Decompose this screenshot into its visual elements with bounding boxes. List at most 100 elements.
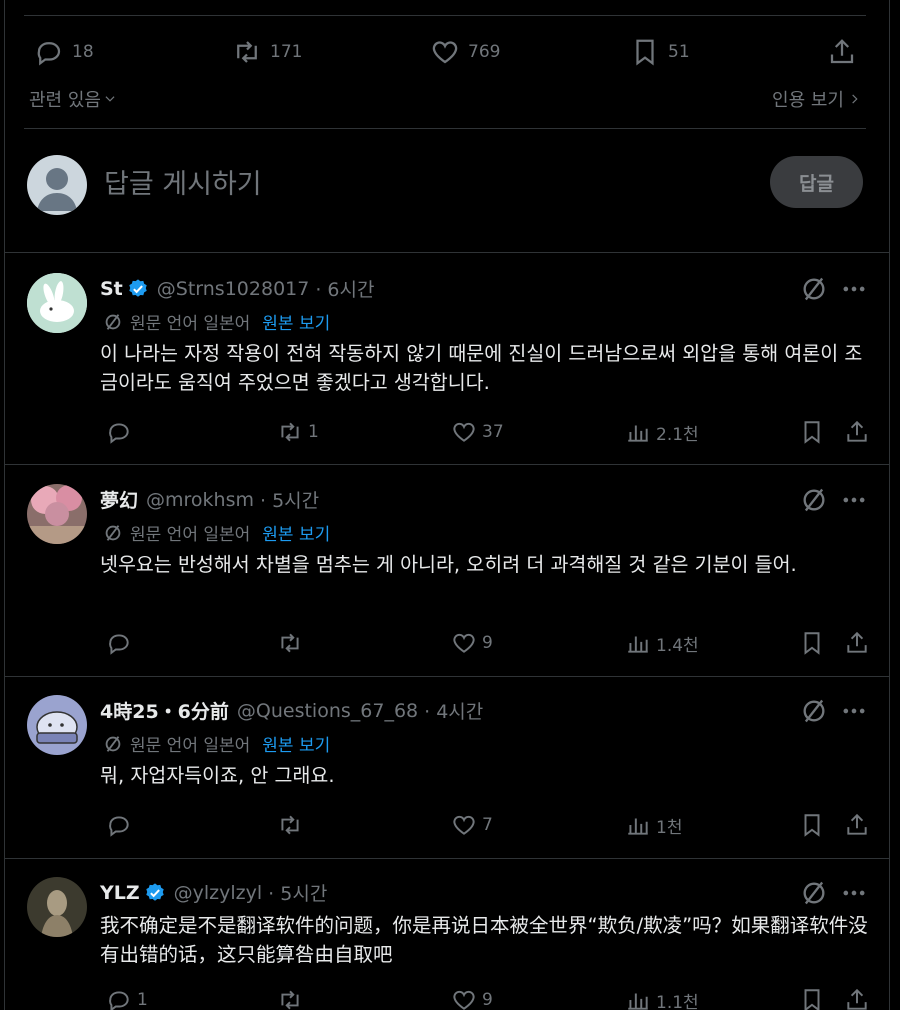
timestamp[interactable]: · 5시간 — [268, 879, 327, 906]
reply-submit-button[interactable]: 답글 — [770, 156, 863, 208]
related-label: 관련 있음 — [29, 90, 101, 111]
handle[interactable]: @Questions_67_68 — [237, 700, 418, 722]
handle[interactable]: @Strns1028017 — [157, 278, 310, 300]
reply-button[interactable] — [106, 628, 137, 658]
reply-button[interactable]: 1 — [106, 985, 148, 1010]
share-button[interactable] — [844, 810, 870, 840]
divider — [24, 15, 866, 16]
source-language: 원문 언어 일본어 — [130, 525, 251, 545]
post-actions: 7 1천 — [100, 810, 875, 840]
view-original-link[interactable]: 원본 보기 — [262, 731, 330, 756]
more-icon[interactable] — [840, 697, 868, 725]
grok-icon[interactable] — [800, 697, 828, 725]
views-button[interactable]: 2.1천 — [625, 417, 699, 447]
display-name[interactable]: St — [100, 278, 123, 300]
reply-icon — [37, 42, 61, 66]
views-button[interactable]: 1.1천 — [625, 985, 699, 1010]
avatar[interactable] — [27, 695, 87, 755]
like-button[interactable]: 769 — [430, 30, 500, 74]
default-avatar-icon — [37, 168, 77, 211]
repost-button[interactable] — [277, 628, 308, 658]
like-count: 769 — [468, 42, 501, 62]
repost-button[interactable]: 171 — [232, 30, 302, 74]
bookmark-button[interactable] — [799, 417, 825, 447]
repost-button[interactable] — [277, 985, 308, 1010]
post-text: 넷우요는 반성해서 차별을 멈추는 게 아니라, 오히려 더 과격해질 것 같은… — [100, 553, 797, 576]
bookmark-icon — [804, 814, 820, 837]
translate-icon — [105, 735, 121, 752]
avatar[interactable] — [27, 273, 87, 333]
bookmark-icon — [804, 632, 820, 655]
like-button[interactable]: 37 — [451, 417, 504, 447]
related-dropdown[interactable]: 관련 있음 — [29, 86, 117, 112]
bookmark-button[interactable]: 51 — [630, 30, 690, 74]
verified-badge-icon — [145, 882, 164, 901]
translation-notice: 원문 언어 일본어 원본 보기 — [102, 731, 330, 756]
share-button[interactable] — [844, 628, 870, 658]
avatar[interactable] — [27, 877, 87, 937]
repost-icon — [281, 990, 299, 1010]
reply-input[interactable]: 답글 게시하기 — [104, 162, 262, 201]
more-icon[interactable] — [840, 275, 868, 303]
more-icon[interactable] — [840, 879, 868, 907]
timestamp[interactable]: · 4시간 — [424, 697, 483, 724]
bookmark-count: 51 — [668, 42, 690, 62]
translation-notice: 원문 언어 일본어 원본 보기 — [102, 309, 330, 334]
share-button[interactable] — [827, 30, 857, 74]
avatar[interactable] — [27, 484, 87, 544]
grok-icon[interactable] — [800, 486, 828, 514]
repost-icon — [281, 815, 299, 835]
like-button[interactable]: 9 — [451, 985, 493, 1010]
handle[interactable]: @mrokhsm — [146, 489, 254, 511]
chevron-right-icon — [852, 94, 858, 104]
grok-icon[interactable] — [800, 879, 828, 907]
like-count: 9 — [482, 990, 493, 1010]
share-button[interactable] — [844, 985, 870, 1010]
reply-icon — [109, 634, 129, 655]
reply-count: 18 — [72, 42, 94, 62]
heart-icon — [453, 422, 475, 442]
reply-button[interactable]: 18 — [34, 30, 94, 74]
reply-button[interactable] — [106, 417, 137, 447]
timestamp[interactable]: · 5시간 — [260, 486, 319, 513]
views-button[interactable]: 1.4천 — [625, 628, 699, 658]
avatar[interactable] — [27, 155, 87, 215]
handle[interactable]: @ylzylzyl — [174, 882, 263, 904]
post-header: YLZ @ylzylzyl · 5시간 — [100, 879, 327, 906]
grok-icon[interactable] — [800, 275, 828, 303]
blossom-avatar-icon — [27, 484, 87, 544]
view-quotes-link[interactable]: 인용 보기 — [772, 86, 862, 112]
analytics-icon — [628, 636, 648, 653]
like-button[interactable]: 7 — [451, 810, 493, 840]
bookmark-icon — [636, 39, 654, 66]
like-button[interactable]: 9 — [451, 628, 493, 658]
display-name[interactable]: YLZ — [100, 882, 140, 904]
post-text: 뭐, 자업자득이죠, 안 그래요. — [100, 764, 335, 787]
view-original-link[interactable]: 원본 보기 — [262, 520, 330, 545]
repost-icon — [237, 41, 257, 63]
bookmark-button[interactable] — [799, 628, 825, 658]
share-icon — [847, 420, 867, 442]
repost-button[interactable] — [277, 810, 308, 840]
bookmark-button[interactable] — [799, 810, 825, 840]
view-count: 2.1천 — [656, 424, 699, 445]
post-header: St @Strns1028017 · 6시간 — [100, 275, 374, 302]
divider — [5, 858, 890, 859]
bookmark-button[interactable] — [799, 985, 825, 1010]
reply-button[interactable] — [106, 810, 137, 840]
source-language: 원문 언어 일본어 — [130, 736, 251, 756]
verified-badge-icon — [129, 278, 147, 297]
more-icon[interactable] — [840, 486, 868, 514]
repost-button[interactable]: 1 — [277, 417, 319, 447]
source-language: 원문 언어 일본어 — [130, 314, 251, 334]
views-button[interactable]: 1천 — [625, 810, 682, 840]
translate-icon — [105, 313, 121, 330]
display-name[interactable]: 夢幻 — [100, 486, 138, 513]
timestamp[interactable]: · 6시간 — [315, 275, 374, 302]
display-name[interactable]: 4時25・6分前 — [100, 697, 229, 724]
share-button[interactable] — [844, 417, 870, 447]
portrait-avatar-icon — [27, 877, 87, 937]
view-original-link[interactable]: 원본 보기 — [262, 309, 330, 334]
heart-icon — [453, 633, 475, 653]
post-header: 4時25・6分前 @Questions_67_68 · 4시간 — [100, 697, 483, 724]
